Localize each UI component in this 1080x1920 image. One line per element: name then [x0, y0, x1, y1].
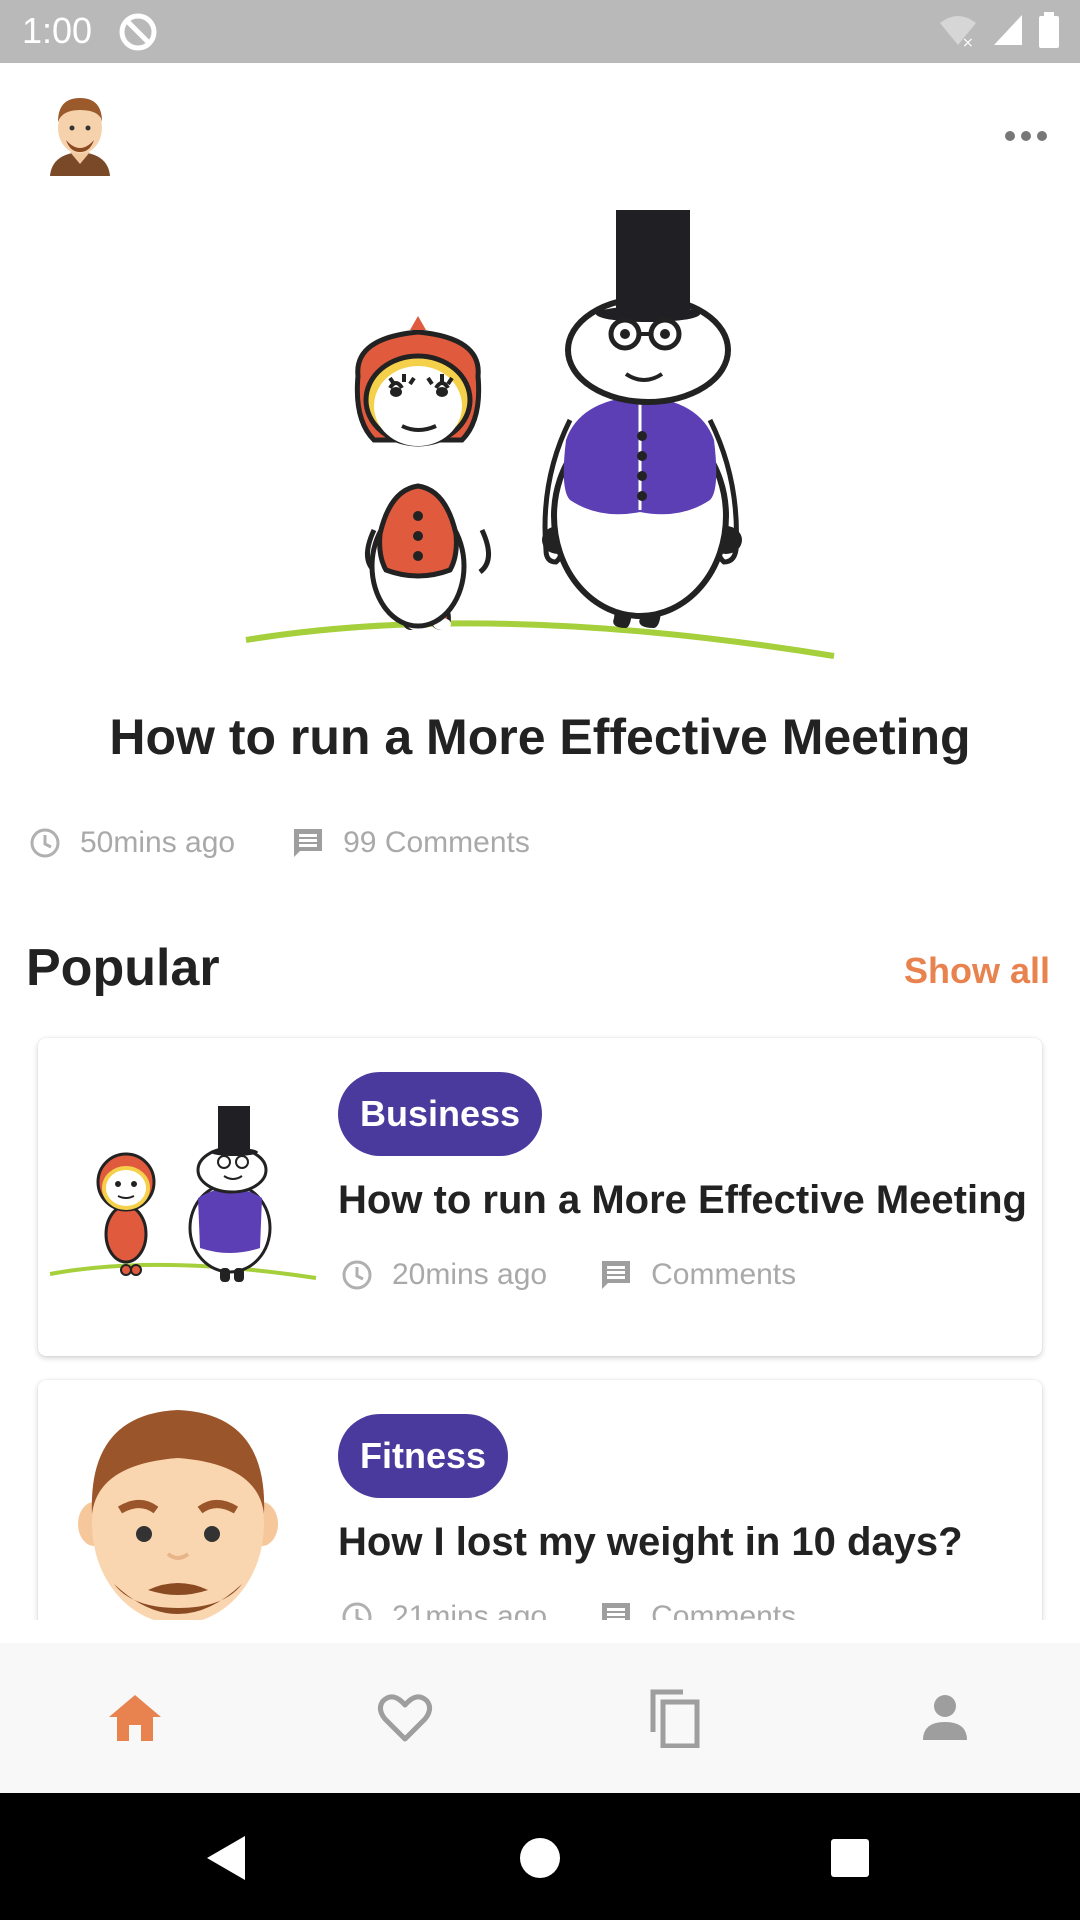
signal-icon — [994, 15, 1022, 45]
category-badge[interactable]: Business — [338, 1072, 543, 1156]
nav-home[interactable] — [75, 1658, 195, 1778]
popular-list[interactable]: Business How to run a More Effective Mee… — [0, 1030, 1080, 1620]
hero-illustration — [245, 210, 835, 659]
status-time: 1:00 — [22, 10, 93, 51]
card-comments-text: Comments — [651, 1258, 797, 1291]
nav-copy[interactable] — [615, 1658, 735, 1778]
hero-time-text: 50mins ago — [80, 826, 236, 859]
comment-icon — [294, 829, 323, 857]
system-navigation-bar — [0, 1793, 1080, 1920]
home-system-button[interactable] — [505, 1823, 575, 1893]
man-thumbnail — [78, 1410, 278, 1620]
home-circle-icon — [520, 1838, 560, 1878]
card-meta: 20mins ago Comments — [340, 1258, 796, 1292]
recents-square-icon — [831, 1839, 869, 1877]
list-item[interactable]: Business How to run a More Effective Mee… — [38, 1038, 1042, 1356]
nav-profile[interactable] — [885, 1658, 1005, 1778]
more-horizontal-icon — [1005, 131, 1015, 141]
nav-favorites[interactable] — [345, 1658, 465, 1778]
svg-text:×: × — [962, 35, 974, 47]
hero-comments-text: 99 Comments — [343, 826, 530, 859]
card-time-text: 21mins ago — [392, 1600, 548, 1620]
card-comments[interactable]: Comments — [599, 1258, 796, 1292]
more-button[interactable] — [998, 116, 1054, 156]
list-item[interactable]: Fitness How I lost my weight in 10 days?… — [38, 1380, 1042, 1620]
back-button[interactable] — [190, 1823, 260, 1893]
card-time: 20mins ago — [340, 1258, 547, 1292]
back-triangle-icon — [207, 1836, 245, 1880]
clock-icon — [342, 1260, 372, 1290]
notification-icon — [119, 13, 157, 51]
card-time-text: 20mins ago — [392, 1258, 548, 1291]
copy-icon — [650, 1689, 700, 1748]
clock-icon — [30, 828, 60, 858]
comment-icon — [602, 1261, 631, 1289]
avatar[interactable] — [44, 92, 116, 176]
clock-icon — [342, 1602, 372, 1620]
recents-button[interactable] — [815, 1823, 885, 1893]
card-time: 21mins ago — [340, 1600, 547, 1620]
hero-comments[interactable]: 99 Comments — [291, 826, 530, 860]
bottom-navigation — [0, 1643, 1080, 1793]
hero-title[interactable]: How to run a More Effective Meeting — [0, 708, 1080, 766]
status-bar: 1:00 × — [0, 0, 1080, 63]
user-avatar-icon — [50, 98, 110, 176]
meeting-thumbnail — [49, 1106, 317, 1282]
battery-icon — [1039, 12, 1059, 48]
card-meta: 21mins ago Comments — [340, 1600, 796, 1620]
show-all-link[interactable]: Show all — [904, 950, 1050, 992]
category-badge[interactable]: Fitness — [338, 1414, 509, 1498]
popular-heading: Popular — [26, 939, 220, 997]
card-comments-text: Comments — [651, 1600, 797, 1620]
wifi-icon: × — [940, 16, 976, 47]
heart-icon — [377, 1694, 433, 1742]
home-icon — [109, 1695, 161, 1741]
hero-time: 50mins ago — [28, 826, 235, 860]
comment-icon — [602, 1603, 631, 1620]
hero-meta: 50mins ago 99 Comments — [28, 818, 530, 868]
card-comments[interactable]: Comments — [599, 1600, 796, 1620]
card-title[interactable]: How I lost my weight in 10 days? — [338, 1520, 963, 1565]
person-icon — [923, 1695, 967, 1740]
card-title[interactable]: How to run a More Effective Meeting — [338, 1178, 1027, 1223]
